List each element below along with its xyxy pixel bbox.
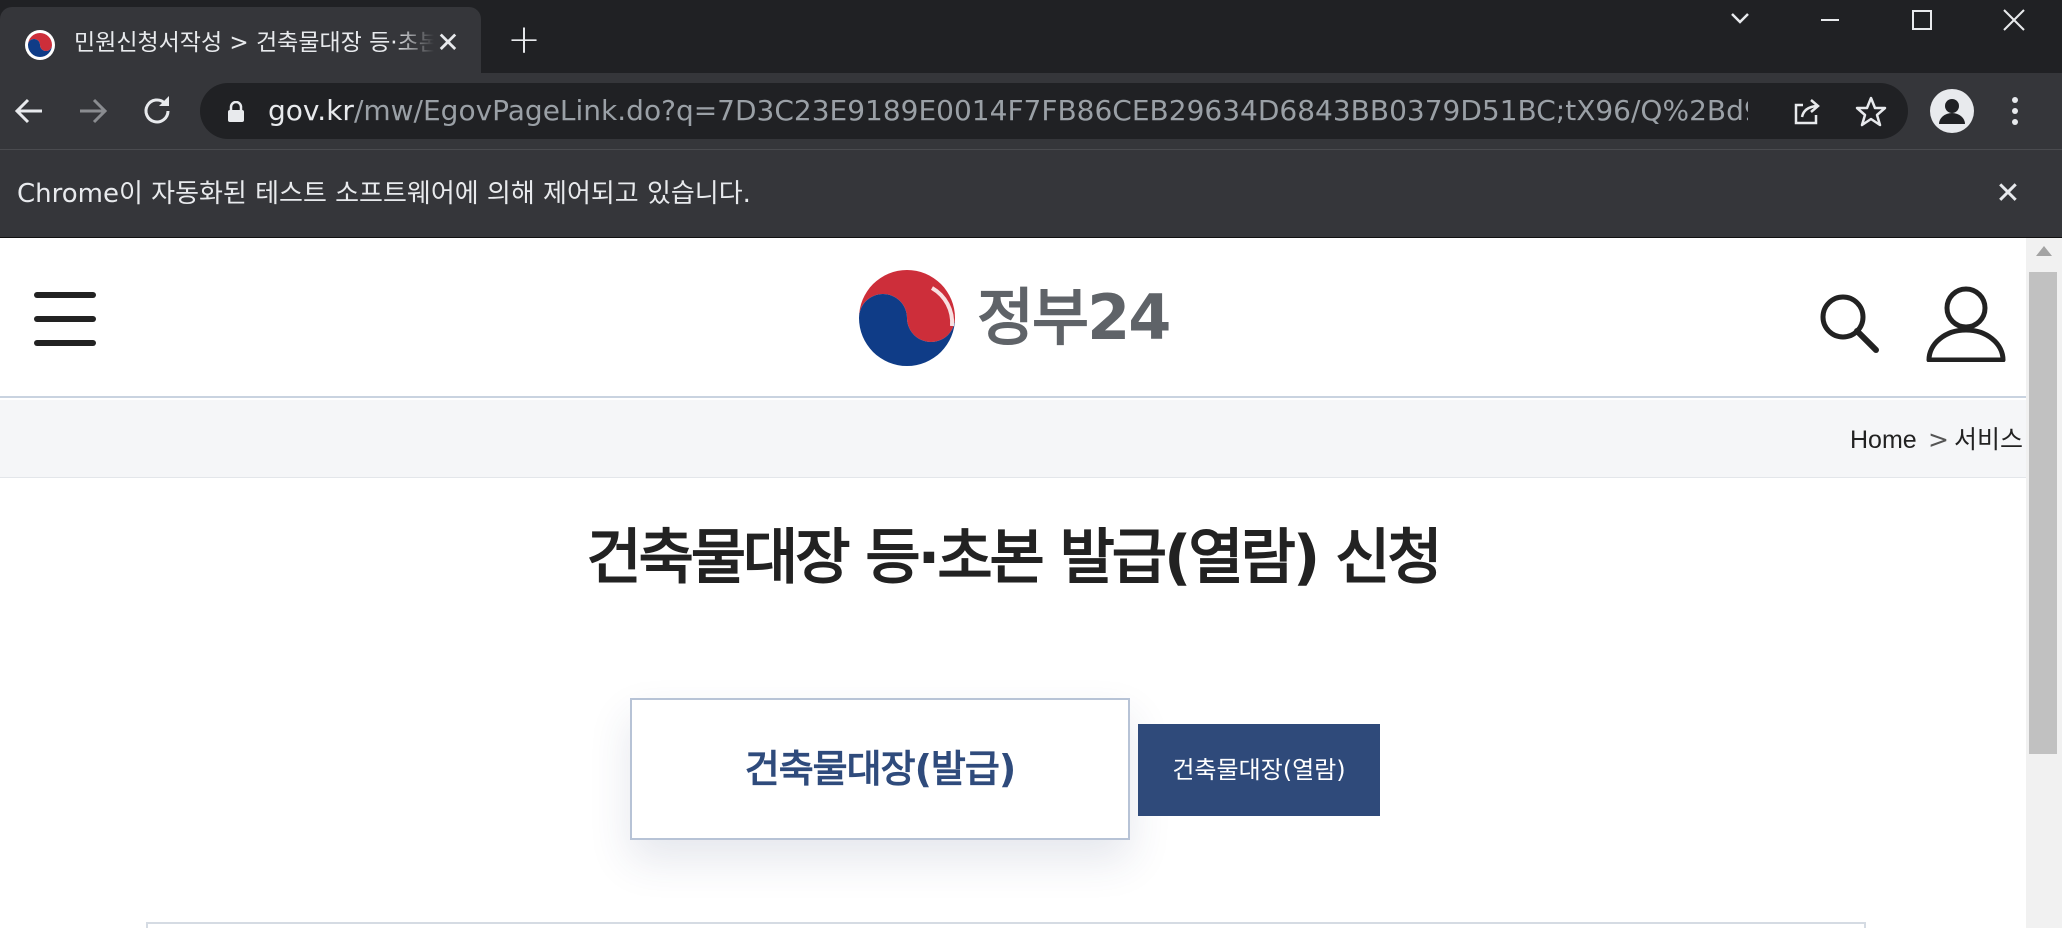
hamburger-menu-icon[interactable]	[34, 292, 96, 346]
lock-icon[interactable]	[226, 101, 246, 123]
share-icon[interactable]	[1790, 95, 1824, 129]
address-bar[interactable]: gov.kr/mw/EgovPageLink.do?q=7D3C23E9189E…	[200, 83, 1908, 139]
scrollbar-thumb[interactable]	[2029, 272, 2057, 754]
tab-title: 민원신청서작성 > 건축물대장 등·초본 발급(열람) 신청	[74, 25, 434, 61]
page-title: 건축물대장 등·초본 발급(열람) 신청	[586, 523, 1442, 593]
tab-building-register-view[interactable]: 건축물대장(열람)	[1138, 724, 1380, 816]
infobar-close-icon[interactable]: ✕	[1990, 176, 2026, 212]
url-host: gov.kr	[268, 94, 354, 127]
url-text[interactable]: gov.kr/mw/EgovPageLink.do?q=7D3C23E9189E…	[268, 93, 1748, 129]
taegeuk-logo-icon	[859, 270, 955, 366]
user-login-icon[interactable]	[1925, 286, 2007, 362]
window-close-icon[interactable]	[1968, 0, 2060, 40]
breadcrumb: Home > 서비스	[0, 400, 2026, 478]
bookmark-star-icon[interactable]	[1854, 95, 1888, 129]
taegeuk-favicon-icon	[25, 30, 55, 60]
search-icon[interactable]	[1816, 290, 1882, 356]
infobar-message: Chrome이 자동화된 테스트 소프트웨어에 의해 제어되고 있습니다.	[17, 179, 751, 209]
form-container	[146, 922, 1866, 928]
site-header: 정부24	[0, 238, 2026, 398]
breadcrumb-home-link[interactable]: Home	[1850, 422, 1917, 458]
minimize-icon[interactable]	[1784, 0, 1876, 40]
breadcrumb-service-link[interactable]: 서비스	[1954, 422, 2023, 458]
automation-infobar: Chrome이 자동화된 테스트 소프트웨어에 의해 제어되고 있습니다. ✕	[0, 149, 2062, 238]
logo-text: 정부24	[977, 281, 1171, 354]
url-path: /mw/EgovPageLink.do?q=7D3C23E9189E0014F7…	[353, 94, 1748, 127]
tab-close-icon[interactable]: ✕	[432, 27, 464, 59]
browser-toolbar: gov.kr/mw/EgovPageLink.do?q=7D3C23E9189E…	[0, 73, 2062, 149]
browser-menu-icon[interactable]	[2000, 91, 2030, 131]
site-logo[interactable]: 정부24	[857, 268, 1171, 368]
reload-icon[interactable]	[137, 91, 177, 131]
profile-avatar-icon[interactable]	[1930, 89, 1974, 133]
breadcrumb-separator-icon: >	[1928, 425, 1949, 454]
maximize-icon[interactable]	[1876, 0, 1968, 40]
page-viewport: 정부24 Home > 서비스 건축물대장 등·초본 발급(열람) 신청 건축물…	[0, 238, 2026, 928]
tab-search-chevron-icon[interactable]	[1694, 0, 1786, 40]
new-tab-button[interactable]: +	[506, 20, 542, 60]
back-arrow-icon[interactable]	[10, 91, 50, 131]
scroll-up-arrow-icon[interactable]	[2036, 246, 2052, 256]
browser-tab-strip: 민원신청서작성 > 건축물대장 등·초본 발급(열람) 신청 ✕ +	[0, 0, 2062, 73]
forward-arrow-icon[interactable]	[72, 91, 112, 131]
browser-tab[interactable]: 민원신청서작성 > 건축물대장 등·초본 발급(열람) 신청 ✕	[0, 7, 481, 73]
page-scrollbar[interactable]	[2026, 238, 2062, 928]
tab-building-register-issue[interactable]: 건축물대장(발급)	[630, 698, 1130, 840]
